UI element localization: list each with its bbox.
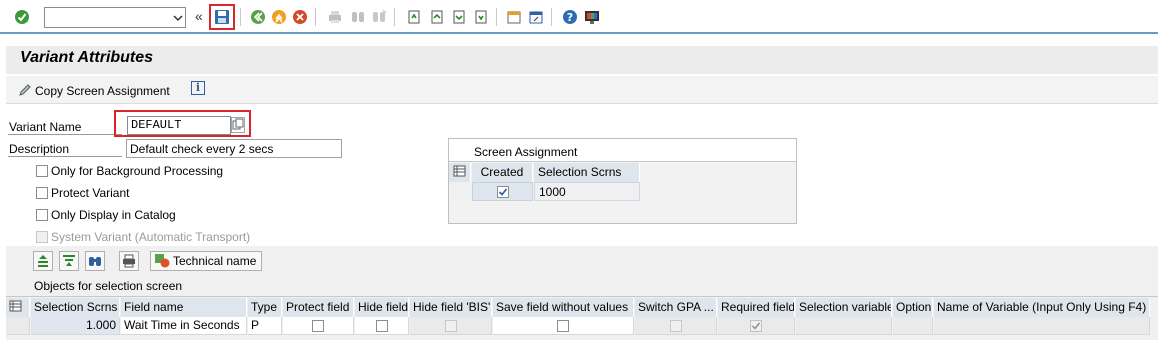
created-checkbox[interactable] <box>472 182 533 201</box>
column-selection-scrns[interactable]: Selection Scrns <box>31 298 120 317</box>
next-page-icon[interactable] <box>450 8 468 26</box>
column-field-name[interactable]: Field name <box>121 298 247 317</box>
cell-switch-gpa <box>635 317 717 335</box>
background-processing-checkbox[interactable] <box>36 165 48 177</box>
value-help-icon[interactable] <box>231 117 245 133</box>
cell-save-without-values[interactable] <box>493 317 634 335</box>
protect-variant-checkbox[interactable] <box>36 187 48 199</box>
customize-layout-icon[interactable] <box>583 8 601 26</box>
created-column-header[interactable]: Created <box>472 163 533 182</box>
column-required-field[interactable]: Required field <box>718 298 795 317</box>
first-page-icon[interactable] <box>405 8 423 26</box>
column-option[interactable]: Option <box>893 298 933 317</box>
column-selection-variable[interactable]: Selection variable <box>796 298 892 317</box>
system-variant-checkbox <box>36 231 48 243</box>
print-icon <box>326 8 344 26</box>
previous-page-icon[interactable] <box>428 8 446 26</box>
sort-ascending-icon[interactable] <box>33 251 53 271</box>
hide-field-bis-checkbox <box>444 319 457 332</box>
system-variant-label: System Variant (Automatic Transport) <box>51 230 251 244</box>
enter-icon[interactable] <box>13 8 31 26</box>
cell-hide-field[interactable] <box>355 317 409 335</box>
technical-name-label: Technical name <box>173 254 257 268</box>
system-toolbar: « ? <box>0 0 1158 34</box>
variant-name-field[interactable]: DEFAULT <box>127 116 231 135</box>
collapse-chevron-icon[interactable]: « <box>195 8 203 24</box>
copy-screen-assignment-button[interactable]: Copy Screen Assignment <box>18 82 170 100</box>
cell-selection-scrns: 1.000 <box>31 317 120 335</box>
hide-field-checkbox[interactable] <box>375 319 388 332</box>
shortcut-icon[interactable] <box>527 8 545 26</box>
copy-screen-assignment-label: Copy Screen Assignment <box>35 84 170 98</box>
layout-select-icon[interactable] <box>449 163 471 182</box>
cell-required-field <box>718 317 795 335</box>
column-hide-field[interactable]: Hide field <box>355 298 409 317</box>
column-hide-field-bis[interactable]: Hide field 'BIS' <box>410 298 492 317</box>
print-grid-icon[interactable] <box>119 251 139 271</box>
technical-name-button[interactable]: Technical name <box>150 251 262 271</box>
cell-name-of-variable <box>934 317 1150 335</box>
description-field[interactable]: Default check every 2 secs <box>126 139 342 158</box>
find-next-icon <box>370 8 388 26</box>
selection-scrns-column-header[interactable]: Selection Scrns <box>534 163 640 182</box>
cell-option <box>893 317 933 335</box>
row-selector[interactable] <box>449 182 471 201</box>
application-toolbar <box>6 76 1158 104</box>
only-display-catalog-checkbox-row[interactable]: Only Display in Catalog <box>36 207 176 223</box>
protect-variant-checkbox-row[interactable]: Protect Variant <box>36 185 129 201</box>
column-type[interactable]: Type <box>248 298 282 317</box>
only-display-catalog-checkbox[interactable] <box>36 209 48 221</box>
grid-layout-icon[interactable] <box>6 298 30 317</box>
background-processing-checkbox-row[interactable]: Only for Background Processing <box>36 163 223 179</box>
switch-gpa-checkbox <box>669 319 682 332</box>
find-binoculars-icon[interactable] <box>85 251 105 271</box>
selection-scrns-cell: 1000 <box>534 182 640 201</box>
exit-icon[interactable] <box>270 8 288 26</box>
variant-name-label: Variant Name <box>9 120 82 134</box>
cancel-icon[interactable] <box>291 8 309 26</box>
find-icon <box>349 8 367 26</box>
command-field[interactable] <box>44 7 186 28</box>
last-page-icon[interactable] <box>472 8 490 26</box>
grid-row-selector[interactable] <box>6 317 30 335</box>
back-icon[interactable] <box>249 8 267 26</box>
save-icon[interactable] <box>213 8 231 26</box>
filter-icon[interactable] <box>59 251 79 271</box>
svg-text:?: ? <box>567 11 573 24</box>
required-field-checked-icon <box>750 319 762 332</box>
background-processing-label: Only for Background Processing <box>51 164 224 178</box>
create-session-icon[interactable] <box>505 8 523 26</box>
column-name-of-variable[interactable]: Name of Variable (Input Only Using F4) <box>934 298 1150 317</box>
protect-variant-label: Protect Variant <box>51 186 130 200</box>
system-variant-checkbox-row: System Variant (Automatic Transport) <box>36 229 250 245</box>
cell-hide-field-bis <box>410 317 492 335</box>
column-switch-gpa[interactable]: Switch GPA ... <box>635 298 717 317</box>
help-icon[interactable]: ? <box>561 8 579 26</box>
only-display-catalog-label: Only Display in Catalog <box>51 208 176 222</box>
cell-selection-variable <box>796 317 892 335</box>
cell-protect-field[interactable] <box>283 317 354 335</box>
objects-grid-title: Objects for selection screen <box>34 279 183 293</box>
description-label: Description <box>9 142 70 156</box>
cell-type: P <box>248 317 282 335</box>
column-save-field-without-values[interactable]: Save field without values <box>493 298 634 317</box>
pencil-icon <box>18 83 32 100</box>
save-without-values-checkbox[interactable] <box>557 319 569 332</box>
page-title: Variant Attributes <box>20 49 154 66</box>
cell-field-name: Wait Time in Seconds <box>121 317 247 335</box>
info-icon[interactable]: i <box>191 81 205 95</box>
protect-field-checkbox[interactable] <box>312 319 324 332</box>
title-bar <box>6 46 1158 74</box>
screen-assignment-title: Screen Assignment <box>474 145 578 159</box>
technical-name-icon <box>154 252 170 271</box>
column-protect-field[interactable]: Protect field <box>283 298 354 317</box>
checkmark-icon <box>496 185 509 198</box>
command-dropdown-icon[interactable] <box>173 12 183 22</box>
